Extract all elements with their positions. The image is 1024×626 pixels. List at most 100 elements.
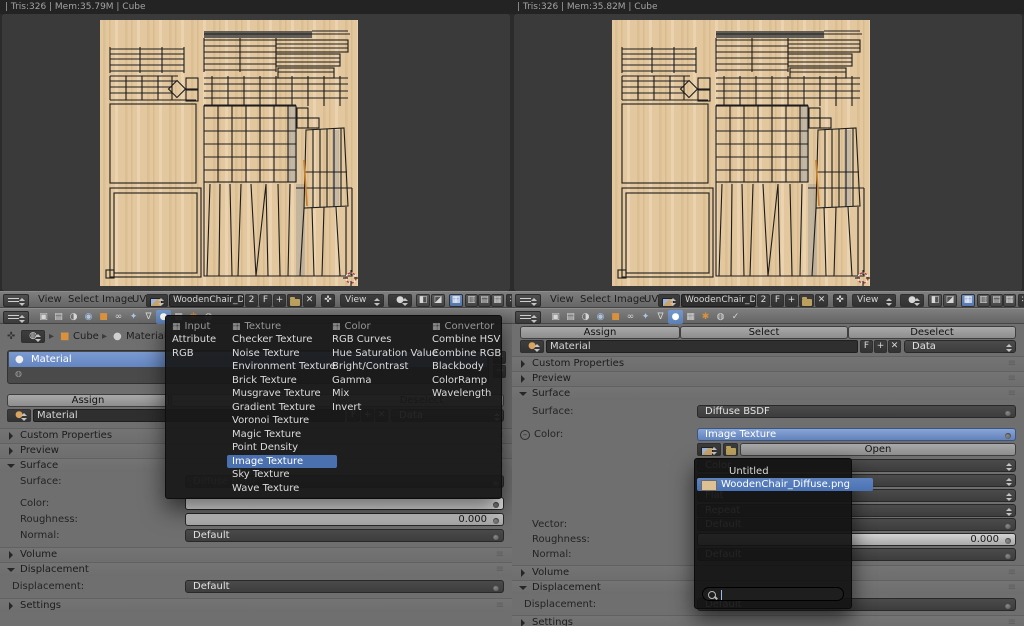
tab-object[interactable]: ■: [96, 310, 111, 324]
image-browse-button[interactable]: [146, 294, 168, 307]
tab-render-layers[interactable]: ▤: [563, 310, 578, 324]
open-image-button[interactable]: [723, 443, 738, 456]
menu-item-blackbody[interactable]: Blackbody: [432, 360, 510, 374]
face-select-button[interactable]: ▦: [491, 294, 504, 307]
menu-select[interactable]: Select: [68, 294, 99, 305]
fake-user-button[interactable]: F: [259, 294, 272, 307]
snap-button[interactable]: ◧: [416, 294, 430, 307]
panel-volume[interactable]: Volume: [0, 547, 512, 561]
menu-item-invert[interactable]: Invert: [332, 401, 432, 415]
display-mode-dropdown[interactable]: View: [340, 294, 384, 307]
menu-item-sky-texture[interactable]: Sky Texture: [232, 468, 332, 482]
tab-texture[interactable]: ▦: [683, 310, 698, 324]
image-browse-button[interactable]: [658, 294, 680, 307]
tab-constraints[interactable]: ∞: [111, 310, 126, 324]
image-name-field[interactable]: WoodenChair_Diffus..: [681, 294, 756, 307]
editor-type-button[interactable]: [3, 311, 29, 324]
edge-select-button[interactable]: ▤: [990, 294, 1003, 307]
socket-unlink-icon[interactable]: –: [520, 430, 530, 440]
menu-item-wave-texture[interactable]: Wave Texture: [232, 482, 332, 496]
menu-item-combine-rgb[interactable]: Combine RGB: [432, 347, 510, 361]
menu-item-environment-texture[interactable]: Environment Texture: [232, 360, 332, 374]
pivot-dropdown[interactable]: ●: [900, 294, 924, 307]
vertex-select-button[interactable]: ▥: [977, 294, 990, 307]
tab-scene[interactable]: ◑: [578, 310, 593, 324]
menu-item-musgrave-texture[interactable]: Musgrave Texture: [232, 387, 332, 401]
new-image-button[interactable]: +: [785, 294, 798, 307]
surface-shader-dropdown[interactable]: Diffuse BSDF: [697, 405, 1016, 418]
open-image-button[interactable]: [799, 294, 814, 307]
uv-sync-toggle[interactable]: ▦: [449, 294, 463, 307]
tab-object-data[interactable]: ∇: [653, 310, 668, 324]
menu-item-rgb[interactable]: RGB: [172, 347, 230, 361]
editor-type-button[interactable]: [515, 311, 541, 324]
menu-item-wavelength[interactable]: Wavelength: [432, 387, 510, 401]
normal-dropdown[interactable]: Default: [185, 529, 504, 542]
menu-view[interactable]: View: [38, 294, 62, 305]
panel-surface[interactable]: Surface: [512, 386, 1024, 400]
menu-item-noise-texture[interactable]: Noise Texture: [232, 347, 332, 361]
vertex-select-button[interactable]: ▥: [465, 294, 478, 307]
users-count-button[interactable]: 2: [245, 294, 258, 307]
tab-modifiers[interactable]: ✦: [638, 310, 653, 324]
material-name-field[interactable]: Material: [546, 340, 858, 353]
unlink-material-button[interactable]: ✕: [888, 340, 901, 353]
image-browse-button[interactable]: [697, 443, 721, 456]
displacement-dropdown[interactable]: Default: [185, 580, 504, 593]
material-browse-button[interactable]: ●: [7, 409, 31, 422]
pin-button[interactable]: ✜: [321, 294, 335, 307]
open-button[interactable]: Open: [740, 443, 1016, 456]
popup-search-input[interactable]: [702, 587, 844, 601]
menu-item-hue-saturation[interactable]: Hue Saturation Value: [332, 347, 432, 361]
sticky-select-button[interactable]: ∷: [1018, 294, 1024, 307]
menu-view[interactable]: View: [550, 294, 574, 305]
snap-button[interactable]: ◧: [928, 294, 942, 307]
tab-render[interactable]: ▣: [36, 310, 51, 324]
unlink-image-button[interactable]: ✕: [303, 294, 316, 307]
menu-item-gradient-texture[interactable]: Gradient Texture: [232, 401, 332, 415]
unlink-image-button[interactable]: ✕: [815, 294, 828, 307]
menu-item-gamma[interactable]: Gamma: [332, 374, 432, 388]
tab-render[interactable]: ▣: [548, 310, 563, 324]
tab-world[interactable]: ◉: [81, 310, 96, 324]
tab-physics[interactable]: ◍: [713, 310, 728, 324]
menu-item-rgb-curves[interactable]: RGB Curves: [332, 333, 432, 347]
image-name-field[interactable]: WoodenChair_Diffus..: [169, 294, 244, 307]
uv-sync-toggle[interactable]: ▦: [961, 294, 975, 307]
tab-object[interactable]: ■: [608, 310, 623, 324]
panel-settings[interactable]: Settings: [0, 598, 512, 612]
menu-image[interactable]: Image: [102, 294, 133, 305]
deselect-button[interactable]: Deselect: [848, 326, 1016, 339]
edge-select-button[interactable]: ▤: [478, 294, 491, 307]
popup-item-untitled[interactable]: Untitled: [697, 465, 881, 478]
select-mode-button[interactable]: ◪: [943, 294, 957, 307]
tab-extra[interactable]: ✓: [728, 310, 743, 324]
pin-icon[interactable]: ✜: [7, 331, 15, 342]
open-image-button[interactable]: [287, 294, 302, 307]
menu-select[interactable]: Select: [580, 294, 611, 305]
tab-world[interactable]: ◉: [593, 310, 608, 324]
assign-button[interactable]: Assign: [7, 394, 169, 407]
menu-item-magic-texture[interactable]: Magic Texture: [232, 428, 332, 442]
pivot-dropdown[interactable]: ●: [388, 294, 412, 307]
editor-type-button[interactable]: [515, 294, 541, 307]
menu-image[interactable]: Image: [614, 294, 645, 305]
panel-preview[interactable]: Preview: [512, 371, 1024, 385]
menu-item-mix[interactable]: Mix: [332, 387, 432, 401]
menu-item-attribute[interactable]: Attribute: [172, 333, 230, 347]
menu-item-voronoi-texture[interactable]: Voronoi Texture: [232, 414, 332, 428]
panel-custom-properties[interactable]: Custom Properties: [512, 356, 1024, 370]
color-texture-dropdown[interactable]: Image Texture: [697, 428, 1016, 441]
menu-item-combine-hsv[interactable]: Combine HSV: [432, 333, 510, 347]
tab-object-data[interactable]: ∇: [141, 310, 156, 324]
face-select-button[interactable]: ▦: [1003, 294, 1016, 307]
select-mode-button[interactable]: ◪: [431, 294, 445, 307]
tab-modifiers[interactable]: ✦: [126, 310, 141, 324]
panel-displacement[interactable]: Displacement: [0, 562, 512, 576]
tab-material[interactable]: ●: [668, 310, 683, 324]
menu-item-point-density[interactable]: Point Density: [232, 441, 332, 455]
new-image-button[interactable]: +: [273, 294, 286, 307]
users-count-button[interactable]: 2: [757, 294, 770, 307]
assign-button[interactable]: Assign: [520, 326, 680, 339]
context-browse-button[interactable]: ◍: [21, 330, 45, 343]
